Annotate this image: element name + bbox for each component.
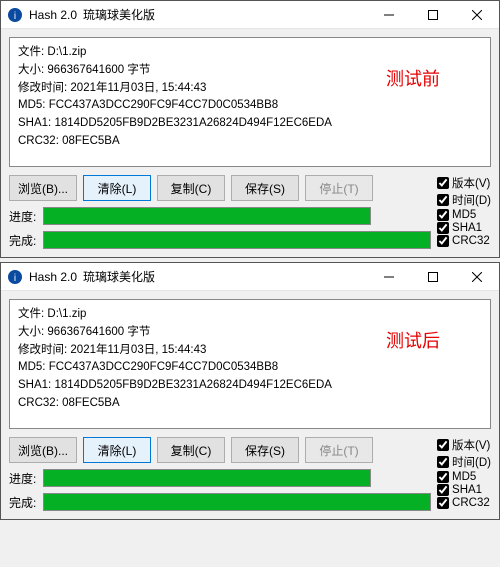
button-row: 浏览(B)... 清除(L) 复制(C) 保存(S) 停止(T): [9, 437, 431, 463]
check-sha1[interactable]: SHA1: [437, 484, 491, 496]
info-file: 文件: D:\1.zip: [18, 306, 482, 324]
save-button[interactable]: 保存(S): [231, 437, 299, 463]
window-subtitle: 琉璃球美化版: [83, 268, 155, 285]
check-sha1[interactable]: SHA1: [437, 222, 491, 234]
info-sha1: SHA1: 1814DD5205FB9D2BE3231A26824D494F12…: [18, 377, 482, 395]
copy-button[interactable]: 复制(C): [157, 437, 225, 463]
progress-bar-current: [43, 207, 371, 225]
progress-bar-total: [43, 231, 431, 249]
window-content: 测试前 文件: D:\1.zip 大小: 966367641600 字节 修改时…: [1, 29, 499, 257]
stop-button: 停止(T): [305, 437, 373, 463]
stop-button: 停止(T): [305, 175, 373, 201]
app-icon: i: [7, 7, 23, 23]
browse-button[interactable]: 浏览(B)...: [9, 437, 77, 463]
svg-text:i: i: [14, 11, 16, 22]
checkbox-group: 版本(V) 时间(D) MD5 SHA1 CRC32: [437, 175, 491, 249]
stamp-label: 测试后: [386, 328, 440, 356]
titlebar[interactable]: i Hash 2.0 琉璃球美化版: [1, 263, 499, 291]
check-md5[interactable]: MD5: [437, 209, 491, 221]
info-sha1: SHA1: 1814DD5205FB9D2BE3231A26824D494F12…: [18, 115, 482, 133]
window-title: Hash 2.0: [29, 8, 77, 22]
check-time[interactable]: 时间(D): [437, 454, 491, 470]
info-crc32: CRC32: 08FEC5BA: [18, 395, 482, 413]
window-subtitle: 琉璃球美化版: [83, 6, 155, 23]
progress-label: 进度:: [9, 470, 39, 487]
app-icon: i: [7, 269, 23, 285]
check-version[interactable]: 版本(V): [437, 437, 491, 453]
info-md5: MD5: FCC437A3DCC290FC9F4CC7D0C0534BB8: [18, 97, 482, 115]
save-button[interactable]: 保存(S): [231, 175, 299, 201]
info-file: 文件: D:\1.zip: [18, 44, 482, 62]
check-md5[interactable]: MD5: [437, 471, 491, 483]
clear-button[interactable]: 清除(L): [83, 437, 151, 463]
minimize-button[interactable]: [367, 1, 411, 29]
hash-info-box[interactable]: 测试前 文件: D:\1.zip 大小: 966367641600 字节 修改时…: [9, 37, 491, 167]
clear-button[interactable]: 清除(L): [83, 175, 151, 201]
complete-label: 完成:: [9, 232, 39, 249]
maximize-button[interactable]: [411, 263, 455, 291]
progress-area: 进度: 完成:: [9, 469, 431, 511]
check-crc32[interactable]: CRC32: [437, 235, 491, 247]
progress-area: 进度: 完成:: [9, 207, 431, 249]
progress-bar-current: [43, 469, 371, 487]
stamp-label: 测试前: [386, 66, 440, 94]
check-crc32[interactable]: CRC32: [437, 497, 491, 509]
progress-label: 进度:: [9, 208, 39, 225]
maximize-button[interactable]: [411, 1, 455, 29]
hash-window-1: i Hash 2.0 琉璃球美化版 测试后 文件: D:\1.zip 大小: 9…: [0, 262, 500, 520]
info-md5: MD5: FCC437A3DCC290FC9F4CC7D0C0534BB8: [18, 359, 482, 377]
check-time[interactable]: 时间(D): [437, 192, 491, 208]
checkbox-group: 版本(V) 时间(D) MD5 SHA1 CRC32: [437, 437, 491, 511]
window-content: 测试后 文件: D:\1.zip 大小: 966367641600 字节 修改时…: [1, 291, 499, 519]
window-title: Hash 2.0: [29, 270, 77, 284]
titlebar[interactable]: i Hash 2.0 琉璃球美化版: [1, 1, 499, 29]
check-version[interactable]: 版本(V): [437, 175, 491, 191]
progress-bar-total: [43, 493, 431, 511]
minimize-button[interactable]: [367, 263, 411, 291]
close-button[interactable]: [455, 263, 499, 291]
copy-button[interactable]: 复制(C): [157, 175, 225, 201]
browse-button[interactable]: 浏览(B)...: [9, 175, 77, 201]
close-button[interactable]: [455, 1, 499, 29]
hash-info-box[interactable]: 测试后 文件: D:\1.zip 大小: 966367641600 字节 修改时…: [9, 299, 491, 429]
hash-window-0: i Hash 2.0 琉璃球美化版 测试前 文件: D:\1.zip 大小: 9…: [0, 0, 500, 258]
button-row: 浏览(B)... 清除(L) 复制(C) 保存(S) 停止(T): [9, 175, 431, 201]
complete-label: 完成:: [9, 494, 39, 511]
info-crc32: CRC32: 08FEC5BA: [18, 133, 482, 151]
svg-text:i: i: [14, 273, 16, 284]
